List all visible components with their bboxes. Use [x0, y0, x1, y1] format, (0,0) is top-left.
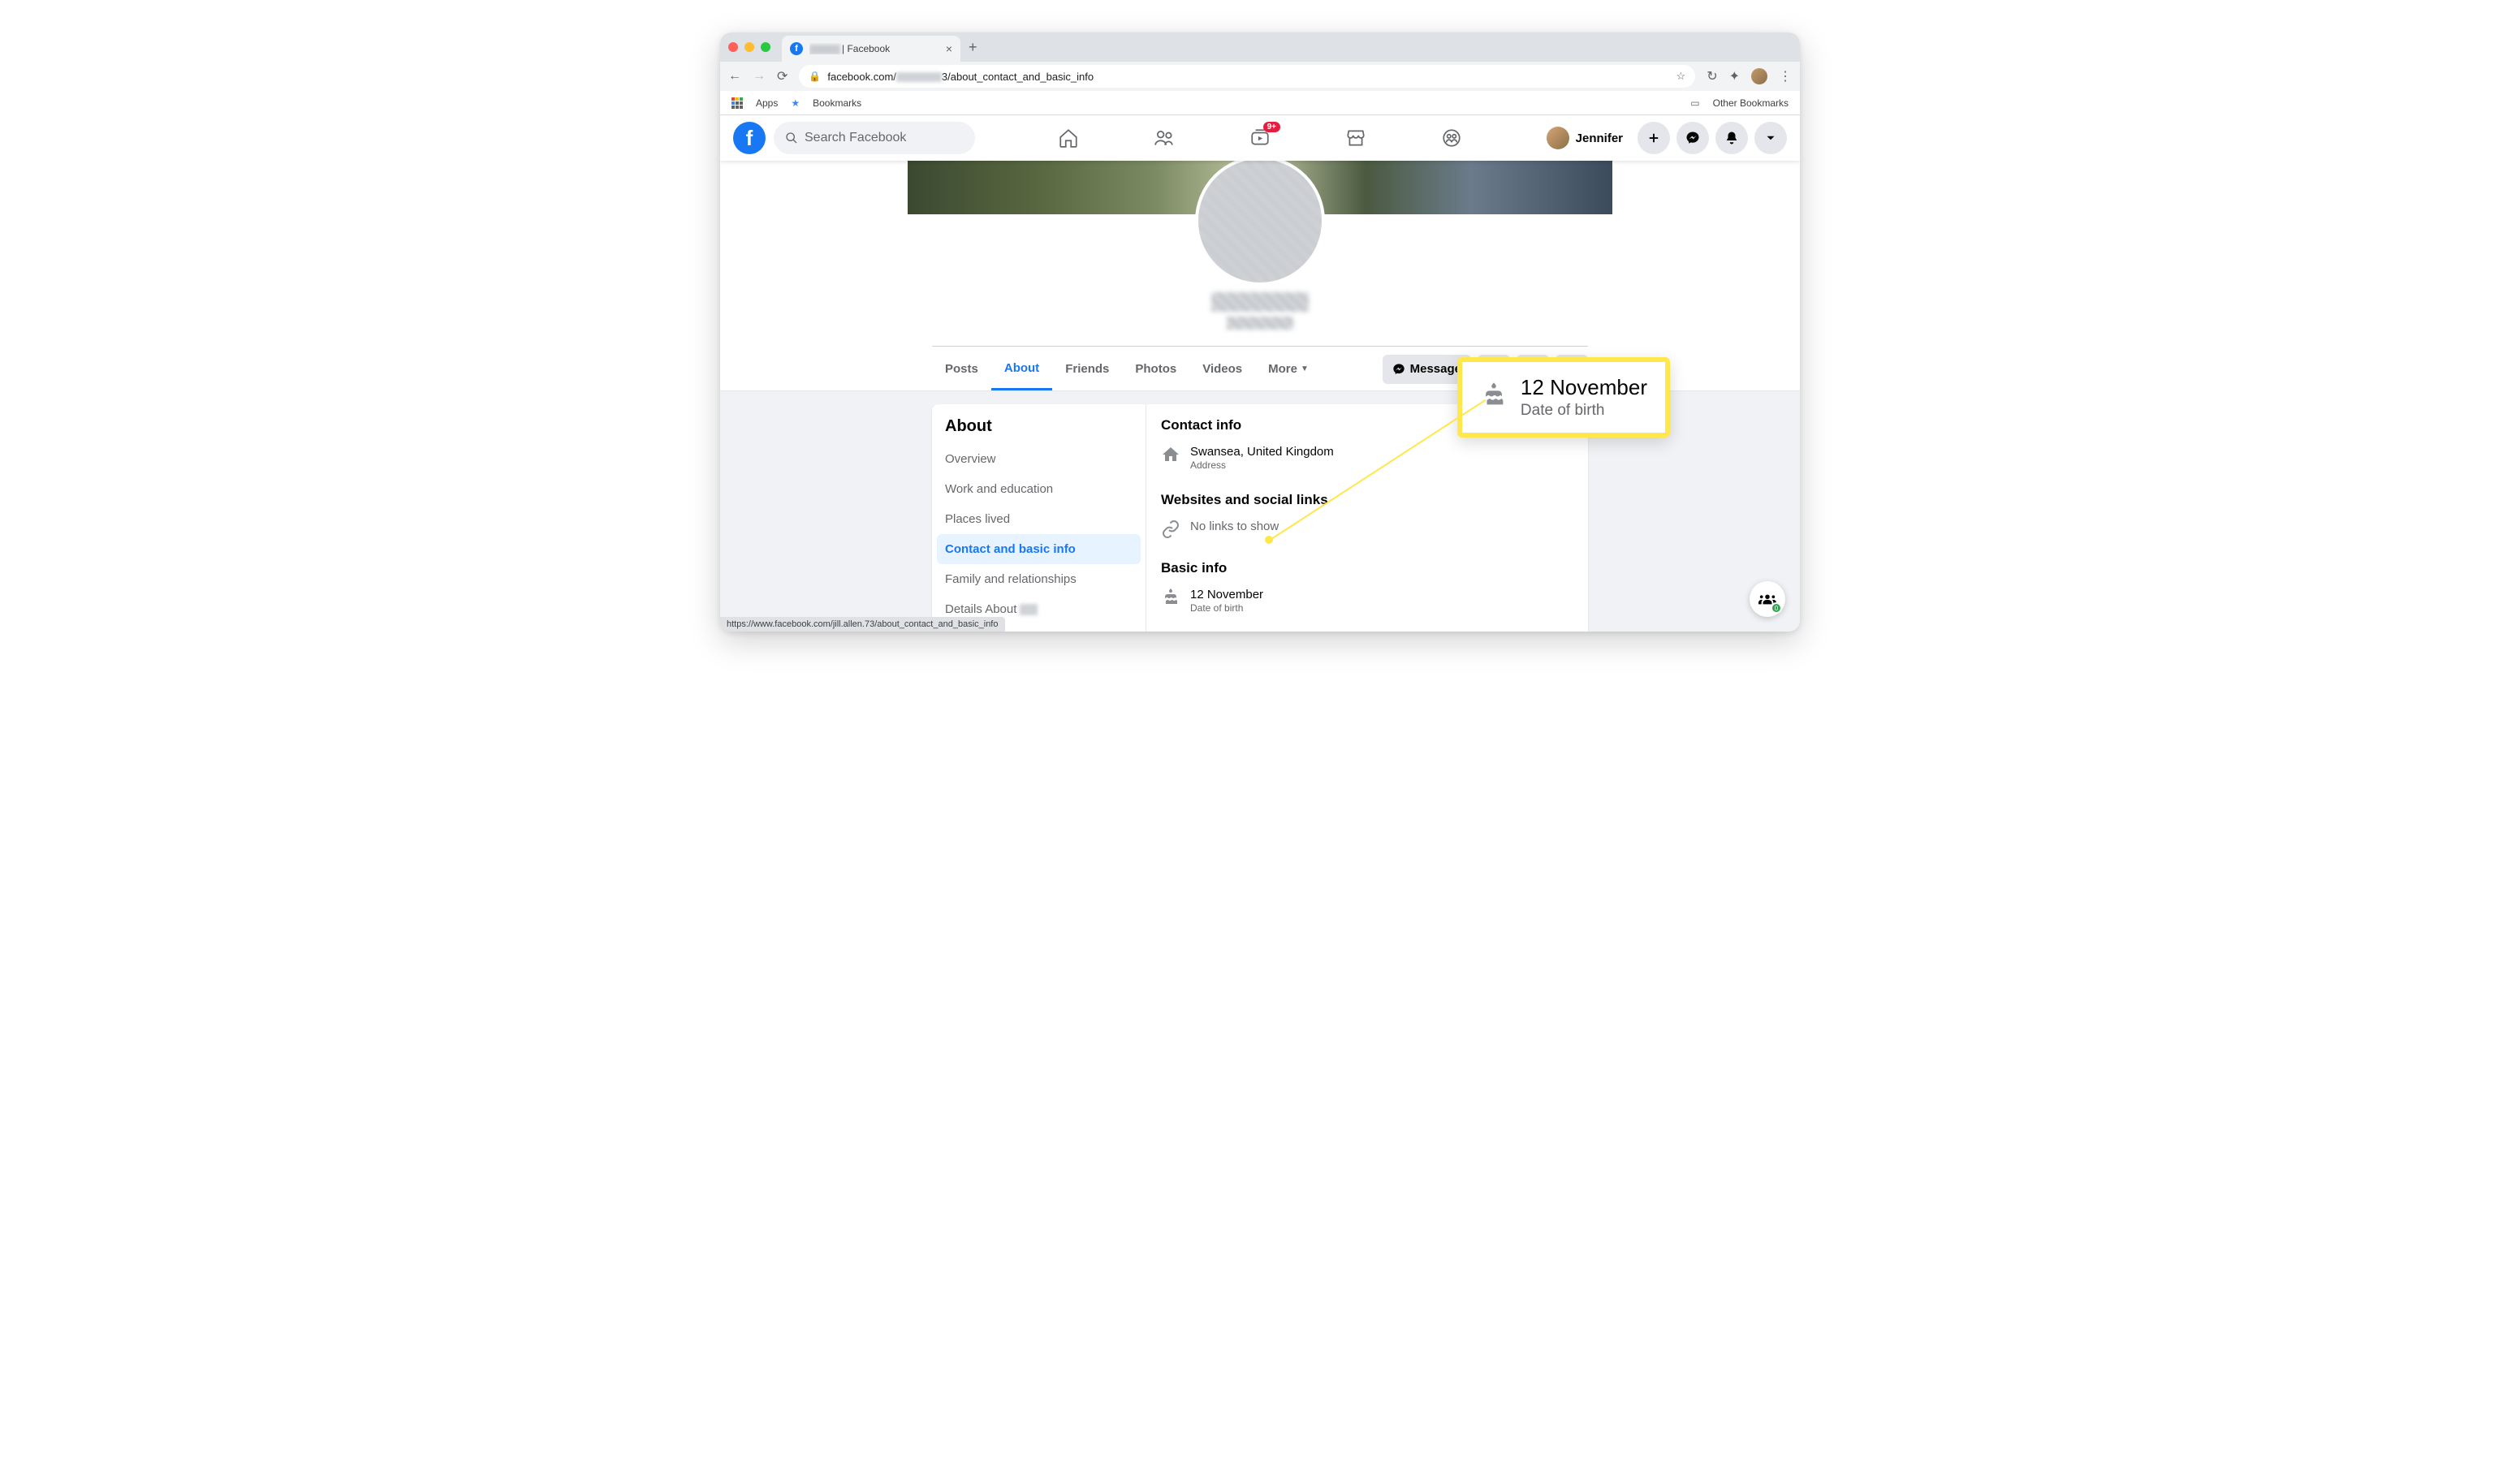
callout-subtitle: Date of birth: [1521, 402, 1647, 420]
window-controls: [728, 42, 770, 52]
tab-photos[interactable]: Photos: [1122, 348, 1189, 390]
links-heading: Websites and social links: [1161, 492, 1573, 508]
fab-badge: 0: [1771, 602, 1782, 614]
chevron-down-icon: ▼: [1301, 364, 1309, 373]
annotation-callout: 12 November Date of birth: [1457, 357, 1670, 438]
sidebar-item-work[interactable]: Work and education: [937, 474, 1141, 504]
page-content: f Search Facebook 9+ Jennifer: [720, 115, 1800, 632]
address-bar-row: ← → ⟳ 🔒 facebook.com/3/about_contact_and…: [720, 62, 1800, 91]
search-input[interactable]: Search Facebook: [774, 122, 975, 154]
update-icon[interactable]: ↻: [1707, 68, 1717, 84]
create-button[interactable]: [1638, 122, 1670, 154]
close-tab-icon[interactable]: ×: [946, 42, 952, 55]
address-bar[interactable]: 🔒 facebook.com/3/about_contact_and_basic…: [799, 65, 1695, 88]
annotation-dot: [1265, 536, 1273, 544]
star-icon: ★: [791, 97, 800, 109]
section-links: Websites and social links No links to sh…: [1161, 492, 1573, 539]
tab-more[interactable]: More▼: [1255, 348, 1322, 390]
lock-icon: 🔒: [809, 71, 821, 82]
minimize-window[interactable]: [744, 42, 754, 52]
messenger-icon: [1392, 363, 1405, 376]
link-icon: [1161, 520, 1180, 539]
search-placeholder: Search Facebook: [805, 131, 906, 145]
nav-home[interactable]: [1024, 119, 1113, 157]
tab-friends[interactable]: Friends: [1052, 348, 1122, 390]
forward-button[interactable]: →: [753, 69, 766, 84]
account-menu[interactable]: [1754, 122, 1787, 154]
sidebar-item-places[interactable]: Places lived: [937, 504, 1141, 534]
bookmarks-label[interactable]: Bookmarks: [813, 97, 861, 109]
reload-button[interactable]: ⟳: [777, 68, 788, 84]
bookmark-star-icon[interactable]: ☆: [1676, 70, 1686, 83]
notifications-button[interactable]: [1715, 122, 1748, 154]
sidebar-item-contact[interactable]: Contact and basic info: [937, 534, 1141, 564]
profile-name-redacted: [1211, 292, 1309, 312]
extensions-icon[interactable]: ✦: [1729, 68, 1740, 84]
tab-videos[interactable]: Videos: [1189, 348, 1255, 390]
folder-icon: ▭: [1690, 97, 1699, 109]
search-icon: [785, 132, 798, 144]
about-main: Contact info Swansea, United Kingdom Add…: [1146, 404, 1588, 632]
nav-watch[interactable]: 9+: [1215, 119, 1305, 157]
nav-marketplace[interactable]: [1311, 119, 1400, 157]
url-text: facebook.com/3/about_contact_and_basic_i…: [827, 71, 1094, 83]
nav-groups[interactable]: [1407, 119, 1496, 157]
browser-chrome: f | Facebook × + ← → ⟳ 🔒 facebook.com/3/…: [720, 32, 1800, 115]
tab-bar: f | Facebook × +: [720, 32, 1800, 62]
profile-picture[interactable]: [1195, 156, 1325, 286]
basic-heading: Basic info: [1161, 560, 1573, 576]
profile-subtitle-redacted: [1227, 317, 1293, 330]
close-window[interactable]: [728, 42, 738, 52]
dob-value: 12 November: [1190, 588, 1263, 602]
user-name: Jennifer: [1576, 132, 1623, 145]
facebook-header: f Search Facebook 9+ Jennifer: [720, 115, 1800, 161]
address-label: Address: [1190, 459, 1334, 471]
facebook-logo[interactable]: f: [733, 122, 766, 154]
favicon-facebook-icon: f: [790, 42, 803, 55]
tab-title: | Facebook: [809, 43, 939, 54]
home-icon: [1161, 445, 1180, 464]
back-button[interactable]: ←: [728, 69, 741, 84]
menu-icon[interactable]: ⋮: [1779, 68, 1792, 84]
dob-row: 12 November Date of birth: [1161, 588, 1573, 614]
about-card: About Overview Work and education Places…: [932, 404, 1588, 632]
bookmarks-bar: Apps ★ Bookmarks ▭ Other Bookmarks: [720, 91, 1800, 115]
nav-friends[interactable]: [1120, 119, 1209, 157]
new-message-fab[interactable]: 0: [1750, 581, 1785, 617]
messenger-button[interactable]: [1676, 122, 1709, 154]
tab-posts[interactable]: Posts: [932, 348, 991, 390]
links-empty: No links to show: [1190, 520, 1279, 533]
header-right: Jennifer: [1538, 122, 1787, 154]
status-bar: https://www.facebook.com/jill.allen.73/a…: [720, 617, 1005, 632]
cake-icon: [1480, 382, 1508, 413]
browser-window: f | Facebook × + ← → ⟳ 🔒 facebook.com/3/…: [720, 32, 1800, 632]
about-sidebar: About Overview Work and education Places…: [932, 404, 1146, 632]
address-value: Swansea, United Kingdom: [1190, 445, 1334, 459]
sidebar-item-family[interactable]: Family and relationships: [937, 564, 1141, 594]
watch-badge: 9+: [1263, 122, 1280, 132]
sidebar-item-overview[interactable]: Overview: [937, 444, 1141, 474]
profile-avatar-small[interactable]: [1751, 68, 1767, 84]
apps-label[interactable]: Apps: [756, 97, 778, 109]
links-row: No links to show: [1161, 520, 1573, 539]
sidebar-title: About: [937, 417, 1141, 444]
apps-icon[interactable]: [731, 97, 743, 109]
maximize-window[interactable]: [761, 42, 770, 52]
other-bookmarks[interactable]: Other Bookmarks: [1713, 97, 1789, 109]
avatar: [1547, 127, 1569, 149]
user-chip[interactable]: Jennifer: [1538, 123, 1631, 153]
toolbar-right: ↻ ✦ ⋮: [1707, 68, 1792, 84]
tab-about[interactable]: About: [991, 348, 1052, 390]
cake-icon: [1161, 588, 1180, 607]
section-basic-info: Basic info 12 November Date of birth: [1161, 560, 1573, 614]
browser-tab[interactable]: f | Facebook ×: [782, 36, 960, 62]
dob-label: Date of birth: [1190, 602, 1263, 614]
nav-center: 9+: [1024, 119, 1496, 157]
cover-photo[interactable]: [908, 161, 1612, 214]
address-row: Swansea, United Kingdom Address: [1161, 445, 1573, 471]
callout-title: 12 November: [1521, 375, 1647, 400]
new-tab-button[interactable]: +: [969, 39, 977, 56]
